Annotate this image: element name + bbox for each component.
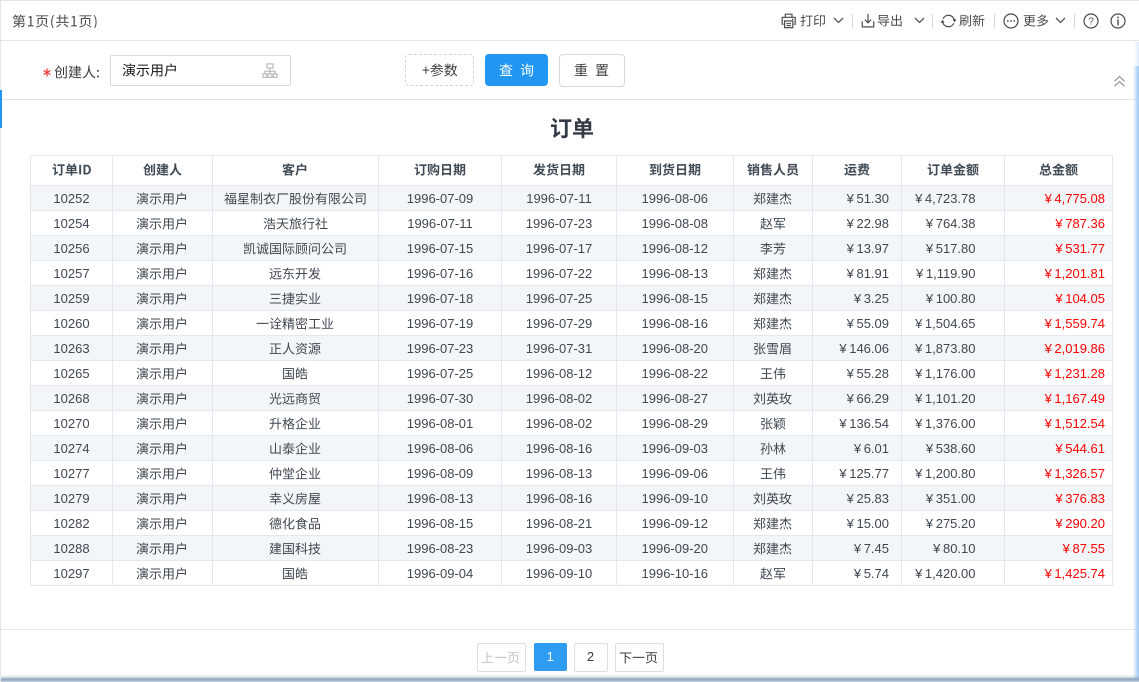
svg-text:?: ? — [1088, 16, 1094, 27]
